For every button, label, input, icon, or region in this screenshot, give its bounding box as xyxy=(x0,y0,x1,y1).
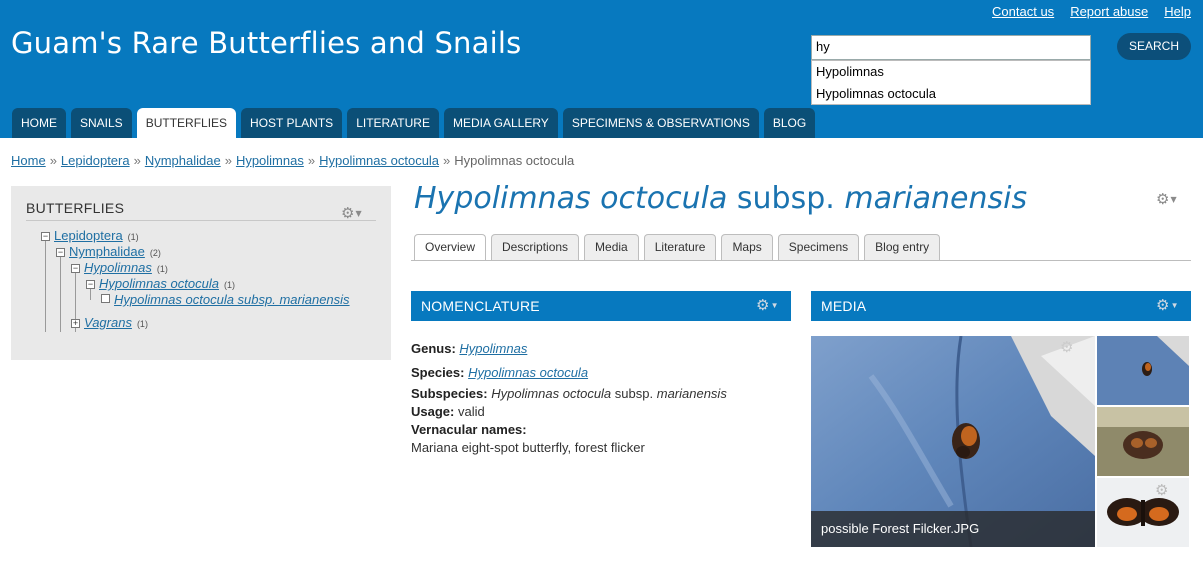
gear-icon[interactable]: ⚙▼ xyxy=(1156,190,1177,208)
tree-link-vagrans[interactable]: Vagrans xyxy=(84,315,132,330)
nav-tab-specimens[interactable]: SPECIMENS & OBSERVATIONS xyxy=(562,108,759,138)
tree-line xyxy=(45,240,46,332)
collapse-icon[interactable]: − xyxy=(56,248,65,257)
tree-node: − Nymphalidae (2) xyxy=(56,244,161,259)
tab-specimens[interactable]: Specimens xyxy=(777,234,860,260)
page-title: Hypolimnas octocula subsp. marianensis xyxy=(414,181,1028,216)
breadcrumb-link[interactable]: Hypolimnas xyxy=(236,153,304,168)
help-link[interactable]: Help xyxy=(1164,4,1191,19)
tab-media[interactable]: Media xyxy=(584,234,639,260)
breadcrumb: Home» Lepidoptera» Nymphalidae» Hypolimnas»… xyxy=(11,153,575,168)
breadcrumb-current: Hypolimnas octocula xyxy=(454,153,575,168)
main-nav: HOME SNAILS BUTTERFLIES HOST PLANTS LITE… xyxy=(12,108,816,138)
media-header: MEDIA ⚙▼ xyxy=(811,291,1191,321)
tab-descriptions[interactable]: Descriptions xyxy=(491,234,580,260)
collapse-icon[interactable]: − xyxy=(86,280,95,289)
vernacular-value: Mariana eight-spot butterfly, forest fli… xyxy=(411,440,645,455)
gear-icon[interactable]: ⚙▼ xyxy=(756,291,779,321)
taxonomy-tree: − Lepidoptera (1) − Nymphalidae (2) − Hypolim… xyxy=(11,186,391,360)
nav-tab-home[interactable]: HOME xyxy=(12,108,66,138)
breadcrumb-link[interactable]: Home xyxy=(11,153,46,168)
nav-tab-blog[interactable]: BLOG xyxy=(763,108,816,138)
site-header: Guam's Rare Butterflies and Snails Conta… xyxy=(0,0,1203,138)
autocomplete-item[interactable]: Hypolimnas xyxy=(812,61,1090,83)
tab-literature[interactable]: Literature xyxy=(643,234,717,260)
species-field: Species: Hypolimnas octocula xyxy=(411,365,589,380)
expand-icon[interactable]: + xyxy=(71,319,80,328)
nomenclature-header: NOMENCLATURE ⚙▼ xyxy=(411,291,791,321)
nav-tab-host-plants[interactable]: HOST PLANTS xyxy=(241,108,343,138)
nav-tab-snails[interactable]: SNAILS xyxy=(71,108,132,138)
media-thumbnail[interactable] xyxy=(1097,407,1189,476)
gear-icon[interactable]: ⚙▼ xyxy=(1156,291,1179,321)
top-links: Contact us Report abuse Help xyxy=(992,4,1191,19)
breadcrumb-link[interactable]: Lepidoptera xyxy=(61,153,130,168)
nav-tab-butterflies[interactable]: BUTTERFLIES xyxy=(136,108,237,138)
breadcrumb-link[interactable]: Nymphalidae xyxy=(145,153,221,168)
nav-tab-literature[interactable]: LITERATURE xyxy=(347,108,439,138)
collapse-icon[interactable]: − xyxy=(41,232,50,241)
vernacular-label: Vernacular names: xyxy=(411,422,527,437)
tab-blog-entry[interactable]: Blog entry xyxy=(864,234,941,260)
genus-field: Genus: Hypolimnas xyxy=(411,341,528,356)
site-title[interactable]: Guam's Rare Butterflies and Snails xyxy=(11,26,521,60)
genus-link[interactable]: Hypolimnas xyxy=(459,341,527,356)
tree-node: − Lepidoptera (1) xyxy=(41,228,139,243)
gear-icon[interactable]: ⚙ xyxy=(1060,338,1073,356)
breadcrumb-link[interactable]: Hypolimnas octocula xyxy=(319,153,439,168)
tree-node: + Vagrans (1) xyxy=(71,315,148,330)
media-thumbnail[interactable] xyxy=(1097,478,1189,547)
tree-link-nymphalidae[interactable]: Nymphalidae xyxy=(69,244,145,259)
tree-link-marianensis[interactable]: Hypolimnas octocula subsp. marianensis xyxy=(114,292,350,307)
collapse-icon[interactable]: − xyxy=(71,264,80,273)
usage-field: Usage: valid xyxy=(411,404,485,419)
contact-us-link[interactable]: Contact us xyxy=(992,4,1054,19)
content-tabs: Overview Descriptions Media Literature M… xyxy=(414,234,941,261)
media-thumbnail[interactable] xyxy=(1097,336,1189,405)
tree-node: Hypolimnas octocula subsp. marianensis xyxy=(101,292,350,307)
tree-node: − Hypolimnas octocula (1) xyxy=(86,276,235,291)
divider xyxy=(411,260,1191,261)
tab-overview[interactable]: Overview xyxy=(414,234,487,261)
nav-tab-media-gallery[interactable]: MEDIA GALLERY xyxy=(443,108,558,138)
tree-link-lepidoptera[interactable]: Lepidoptera xyxy=(54,228,123,243)
search-button[interactable]: SEARCH xyxy=(1117,33,1191,60)
tree-link-hypolimnas[interactable]: Hypolimnas xyxy=(84,260,152,275)
tab-maps[interactable]: Maps xyxy=(721,234,773,260)
tree-node: − Hypolimnas (1) xyxy=(71,260,168,275)
tree-line xyxy=(60,256,61,332)
report-abuse-link[interactable]: Report abuse xyxy=(1070,4,1148,19)
search-autocomplete: Hypolimnas Hypolimnas octocula xyxy=(811,60,1091,105)
subspecies-field: Subspecies: Hypolimnas octocula subsp. m… xyxy=(411,386,727,401)
search-input[interactable]: hy xyxy=(811,35,1091,60)
autocomplete-item[interactable]: Hypolimnas octocula xyxy=(812,83,1090,105)
leaf-icon xyxy=(101,294,110,303)
gear-icon[interactable]: ⚙ xyxy=(1155,481,1168,499)
tree-link-hypolimnas-octocula[interactable]: Hypolimnas octocula xyxy=(99,276,219,291)
species-link[interactable]: Hypolimnas octocula xyxy=(468,365,588,380)
media-caption: possible Forest Filcker.JPG xyxy=(811,511,1095,547)
sidebar-taxonomy: BUTTERFLIES ⚙▼ − Lepidoptera (1) − Nymphali… xyxy=(11,186,391,360)
